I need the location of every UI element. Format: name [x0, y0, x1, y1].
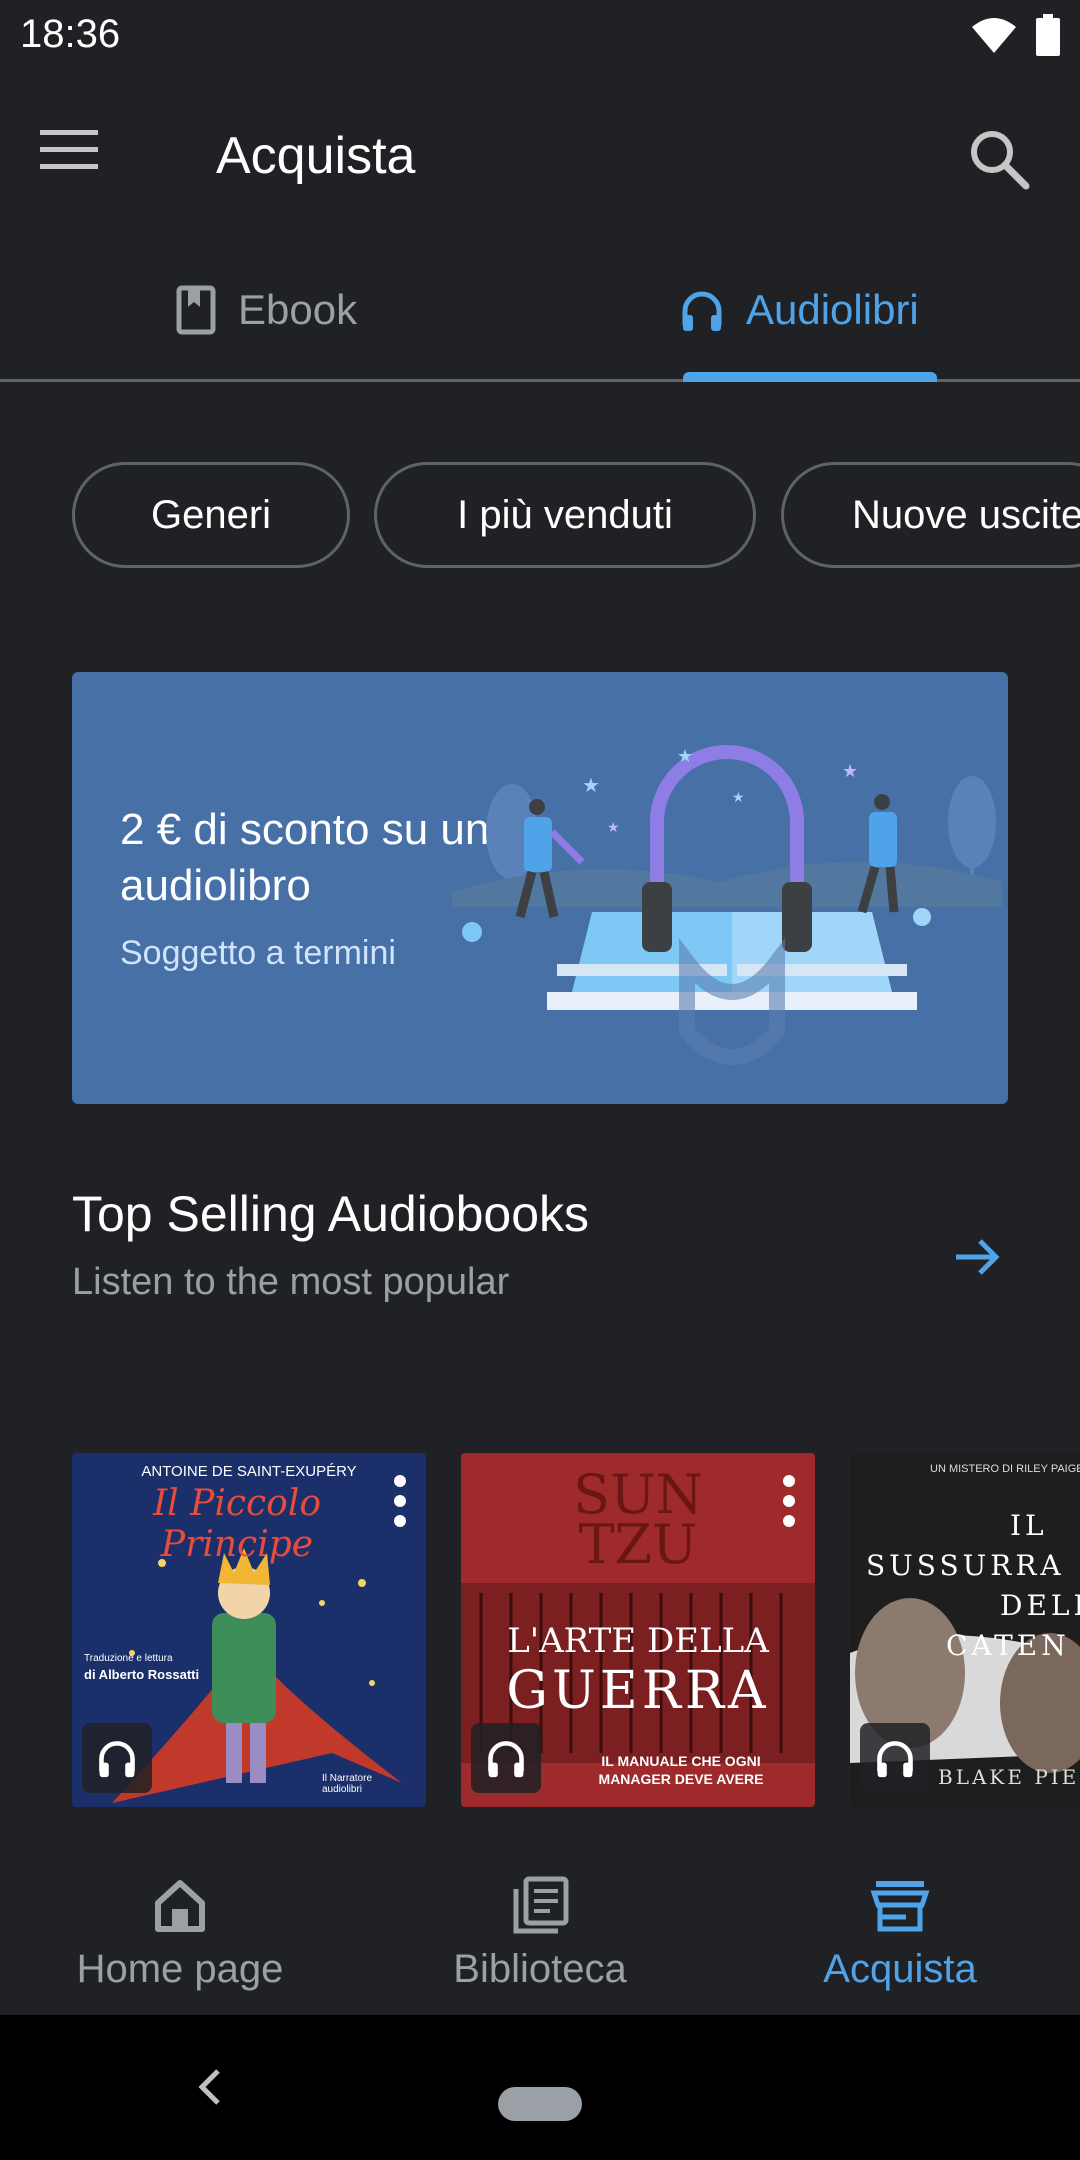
wifi-icon	[972, 18, 1016, 53]
book-author-2: TZU	[578, 1513, 698, 1576]
status-bar: 18:36	[0, 0, 1080, 72]
tab-ebook[interactable]: Ebook	[176, 240, 357, 380]
battery-icon	[1036, 14, 1060, 56]
book-card[interactable]: SUN TZU L'ARTE DELLA GUERRA IL MANUALE C…	[461, 1453, 815, 1807]
store-icon	[870, 1881, 930, 1932]
book-credit-1: Traduzione e lettura	[84, 1653, 173, 1664]
book-author: ANTOINE DE SAINT-EXUPÉRY	[141, 1463, 357, 1480]
book-title: Il Piccolo Principe	[152, 1483, 322, 1565]
promo-banner[interactable]: 2 € di sconto su un audiolibro Soggetto …	[72, 672, 1008, 1104]
chip-piu-venduti[interactable]: I più venduti	[374, 462, 756, 568]
audiobook-badge	[860, 1723, 930, 1793]
nav-home[interactable]: Home page	[0, 1845, 360, 2015]
book-tagline-2: MANAGER DEVE AVERE	[598, 1771, 764, 1787]
tab-audiolibri[interactable]: Audiolibri	[680, 240, 919, 380]
system-navigation-bar	[0, 2015, 1080, 2160]
svg-text:★: ★	[677, 746, 693, 766]
audiobook-badge	[471, 1723, 541, 1793]
svg-text:★: ★	[842, 761, 858, 781]
status-icons	[970, 14, 1060, 56]
arrow-right-icon	[956, 1239, 1000, 1275]
nav-library-label: Biblioteca	[453, 1947, 627, 1991]
book-title-2: SUSSURRA	[866, 1549, 1065, 1582]
category-chips: Generi I più venduti Nuove uscite	[72, 462, 1080, 570]
tab-audiolibri-label: Audiolibri	[746, 286, 919, 333]
chip-generi[interactable]: Generi	[72, 462, 350, 568]
book-tagline-1: IL MANUALE CHE OGNI	[601, 1753, 761, 1769]
status-time: 18:36	[20, 12, 121, 56]
headphones-icon	[488, 1741, 524, 1778]
app-bar: Acquista	[0, 90, 1080, 220]
home-pill-button[interactable]	[498, 2087, 582, 2121]
book-author: BLAKE PIER	[938, 1765, 1080, 1789]
see-more-button[interactable]	[948, 1227, 1008, 1287]
book-publisher: Il Narratore audiolibri	[322, 1773, 373, 1795]
chip-nuove-uscite[interactable]: Nuove uscite	[781, 462, 1080, 568]
tab-ebook-label: Ebook	[238, 286, 358, 333]
book-title-4: CATEN	[946, 1629, 1070, 1662]
more-vert-icon	[394, 1475, 406, 1527]
bottom-navigation: Home page Biblioteca Acquista	[0, 1845, 1080, 2015]
menu-icon	[40, 130, 98, 169]
book-title-2: GUERRA	[506, 1661, 770, 1721]
book-more-button[interactable]	[388, 1473, 412, 1529]
headphones-icon	[99, 1741, 135, 1778]
search-button[interactable]	[960, 120, 1040, 200]
headphones-icon	[682, 291, 722, 331]
svg-text:★: ★	[732, 789, 745, 805]
book-title-1: IL	[1010, 1509, 1048, 1542]
book-series: UN MISTERO DI RILEY PAIGE—	[930, 1463, 1080, 1475]
tab-indicator	[683, 372, 937, 382]
library-icon	[513, 1876, 569, 1934]
book-credit-2: di Alberto Rossatti	[84, 1667, 200, 1682]
svg-text:★: ★	[607, 819, 620, 835]
headphones-icon	[877, 1741, 913, 1778]
book-card[interactable]: ANTOINE DE SAINT-EXUPÉRY Il Piccolo Prin…	[72, 1453, 426, 1807]
book-title-1: L'ARTE DELLA	[507, 1621, 769, 1661]
tab-bar: Ebook Audiolibri	[0, 240, 1080, 382]
svg-text:★: ★	[582, 775, 600, 797]
back-button[interactable]	[190, 2065, 230, 2109]
book-more-button[interactable]	[777, 1473, 801, 1529]
section-top-selling: Top Selling Audiobooks Listen to the mos…	[72, 1185, 1008, 1325]
book-card[interactable]: UN MISTERO DI RILEY PAIGE— IL SUSSURRA D…	[850, 1453, 1080, 1807]
back-icon	[198, 2069, 220, 2105]
book-title-3: DELLE	[1000, 1589, 1080, 1622]
home-icon	[155, 1880, 205, 1932]
menu-button[interactable]	[40, 128, 130, 188]
search-icon	[971, 131, 1030, 190]
books-carousel: ANTOINE DE SAINT-EXUPÉRY Il Piccolo Prin…	[72, 1453, 1080, 1809]
nav-home-label: Home page	[76, 1947, 284, 1991]
nav-library[interactable]: Biblioteca	[360, 1845, 720, 2015]
audiobook-badge	[82, 1723, 152, 1793]
nav-store-label: Acquista	[823, 1947, 977, 1991]
nav-store[interactable]: Acquista	[720, 1845, 1080, 2015]
page-title: Acquista	[216, 127, 416, 185]
book-icon	[176, 285, 216, 335]
more-vert-icon	[783, 1475, 795, 1527]
section-title: Top Selling Audiobooks	[72, 1186, 590, 1242]
promo-subtitle: Soggetto a termini	[120, 934, 396, 972]
section-subtitle: Listen to the most popular	[72, 1261, 510, 1303]
audiobook-illustration: ★ ★ ★ ★ ★	[452, 745, 1002, 1065]
